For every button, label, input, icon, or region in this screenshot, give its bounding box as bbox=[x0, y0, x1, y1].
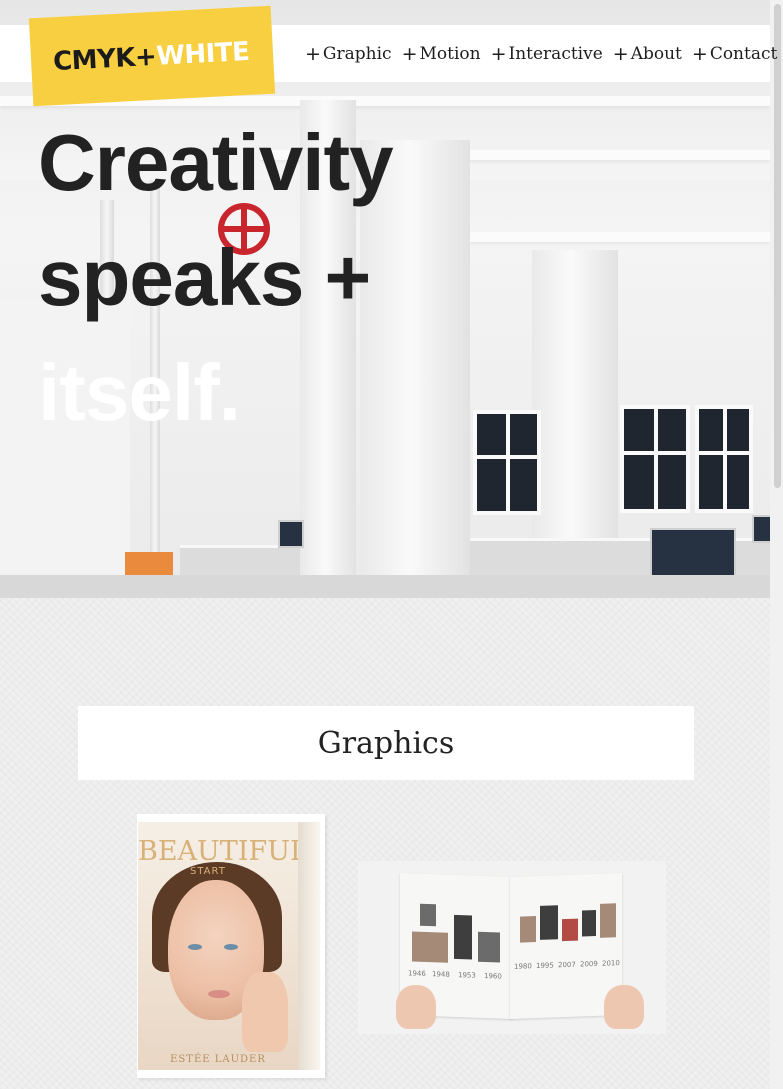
reader-hand-left bbox=[396, 985, 436, 1029]
year-label: 1960 bbox=[484, 971, 502, 981]
reader-hand-right bbox=[604, 985, 644, 1029]
section-title-box: Graphics bbox=[78, 706, 694, 780]
monitor bbox=[278, 520, 304, 548]
site-logo[interactable]: CMYK+WHITE bbox=[28, 5, 276, 107]
page-photo bbox=[582, 909, 596, 937]
plus-icon: + bbox=[612, 42, 629, 65]
page-photo bbox=[520, 916, 536, 943]
ceiling-beam bbox=[430, 232, 770, 242]
model-eye bbox=[188, 944, 202, 950]
year-label: 1980 bbox=[514, 962, 532, 971]
plus-icon: + bbox=[490, 42, 507, 65]
nav-label: Graphic bbox=[322, 43, 392, 64]
year-label: 2009 bbox=[580, 959, 598, 969]
nav-label: Contact bbox=[709, 43, 778, 64]
graphics-section: Graphics BEAUTIFUL START ESTÉE LAUDER 19… bbox=[0, 598, 770, 1089]
logo-part2: WHITE bbox=[155, 36, 251, 72]
year-label: 2007 bbox=[558, 960, 576, 970]
model-lips bbox=[208, 990, 230, 998]
nav-item-about[interactable]: + About bbox=[613, 43, 682, 65]
office-window bbox=[620, 405, 690, 513]
cover-brand: ESTÉE LAUDER bbox=[170, 1054, 266, 1065]
main-nav: + Graphic + Motion + Interactive + About… bbox=[305, 25, 777, 82]
office-window bbox=[695, 405, 753, 513]
year-label: 1953 bbox=[458, 971, 476, 980]
year-label: 1948 bbox=[432, 970, 450, 979]
portfolio-item-book-cover[interactable]: BEAUTIFUL START ESTÉE LAUDER bbox=[137, 814, 325, 1078]
logo-wordmark: CMYK+WHITE bbox=[52, 37, 250, 77]
logo-part1: CMYK bbox=[52, 42, 136, 78]
nav-item-contact[interactable]: + Contact bbox=[692, 43, 777, 65]
plus-icon: + bbox=[401, 42, 418, 65]
pillar bbox=[532, 250, 618, 540]
model-eye bbox=[224, 944, 238, 950]
page-photo bbox=[412, 931, 448, 963]
year-label: 1946 bbox=[408, 969, 426, 978]
nav-item-interactive[interactable]: + Interactive bbox=[491, 43, 603, 65]
floor bbox=[0, 575, 770, 598]
year-label: 2010 bbox=[602, 959, 620, 968]
plus-icon: + bbox=[691, 42, 708, 65]
model-hand bbox=[242, 972, 288, 1052]
portfolio-item-open-book[interactable]: 1946 1948 1953 1960 1980 1995 2007 2009 … bbox=[358, 861, 666, 1034]
headline-line-1: Creativity bbox=[38, 118, 394, 207]
page-photo bbox=[420, 903, 436, 927]
nav-label: Motion bbox=[419, 43, 481, 64]
cover-title: BEAUTIFUL bbox=[138, 836, 298, 867]
headline-line-3: itself. bbox=[38, 348, 241, 437]
nav-label: About bbox=[630, 43, 682, 64]
book-cover-image: BEAUTIFUL START ESTÉE LAUDER bbox=[138, 822, 298, 1070]
hero-headline: Creativity speaks + itself. bbox=[38, 105, 394, 450]
office-window bbox=[473, 410, 541, 515]
plus-icon: + bbox=[305, 42, 321, 65]
logo-plus: + bbox=[134, 41, 158, 73]
page-photo bbox=[540, 905, 558, 940]
monitor bbox=[752, 515, 770, 543]
page-photo bbox=[454, 914, 472, 960]
page-photo bbox=[562, 918, 578, 942]
cover-subtitle: START bbox=[190, 866, 226, 877]
nav-label: Interactive bbox=[508, 43, 603, 64]
section-title: Graphics bbox=[317, 725, 455, 761]
nav-item-graphic[interactable]: + Graphic bbox=[305, 43, 392, 65]
page-photo bbox=[478, 931, 500, 963]
monitor bbox=[650, 528, 736, 582]
year-label: 1995 bbox=[536, 961, 554, 971]
nav-item-motion[interactable]: + Motion bbox=[402, 43, 481, 65]
page-photo bbox=[600, 903, 616, 938]
book-spine bbox=[298, 822, 320, 1070]
headline-line-2: speaks + bbox=[38, 233, 371, 322]
